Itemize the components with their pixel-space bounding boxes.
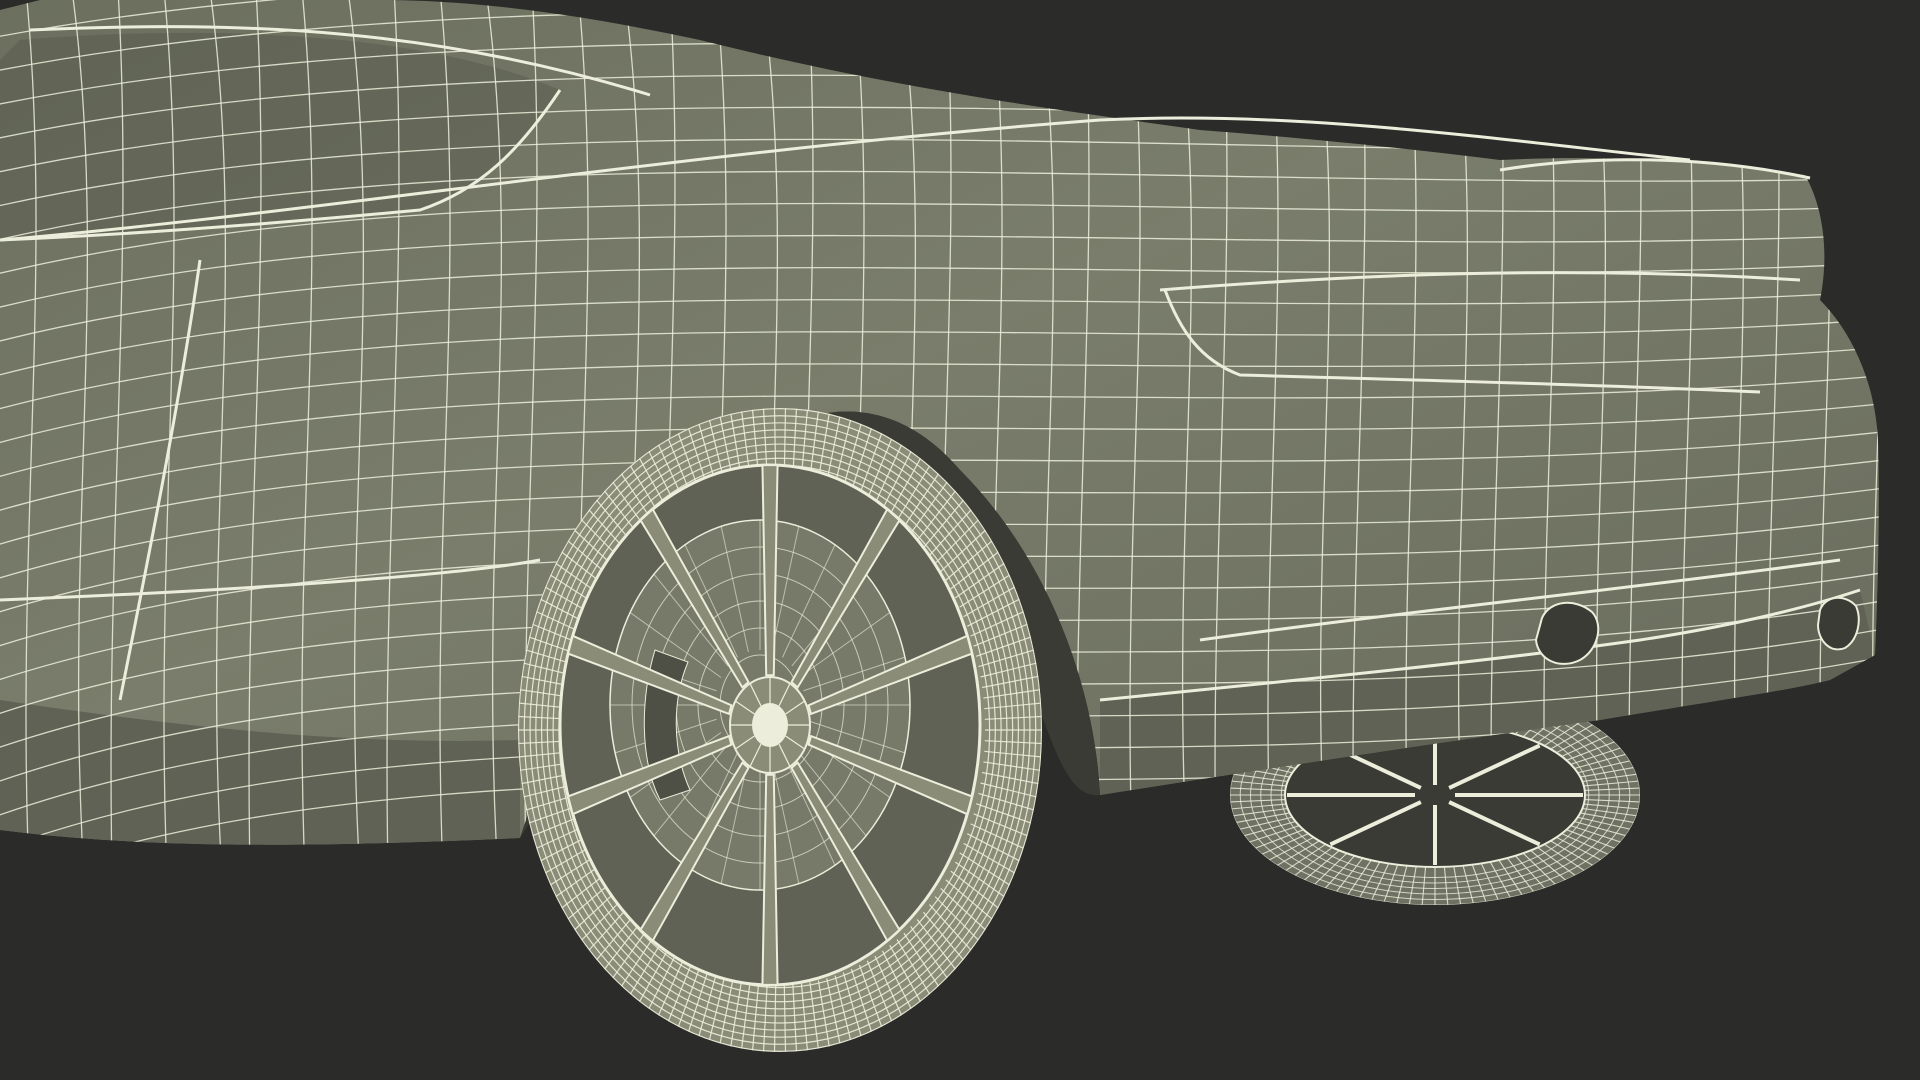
car-wireframe-render <box>0 0 1879 1052</box>
render-viewport <box>0 0 1920 1080</box>
